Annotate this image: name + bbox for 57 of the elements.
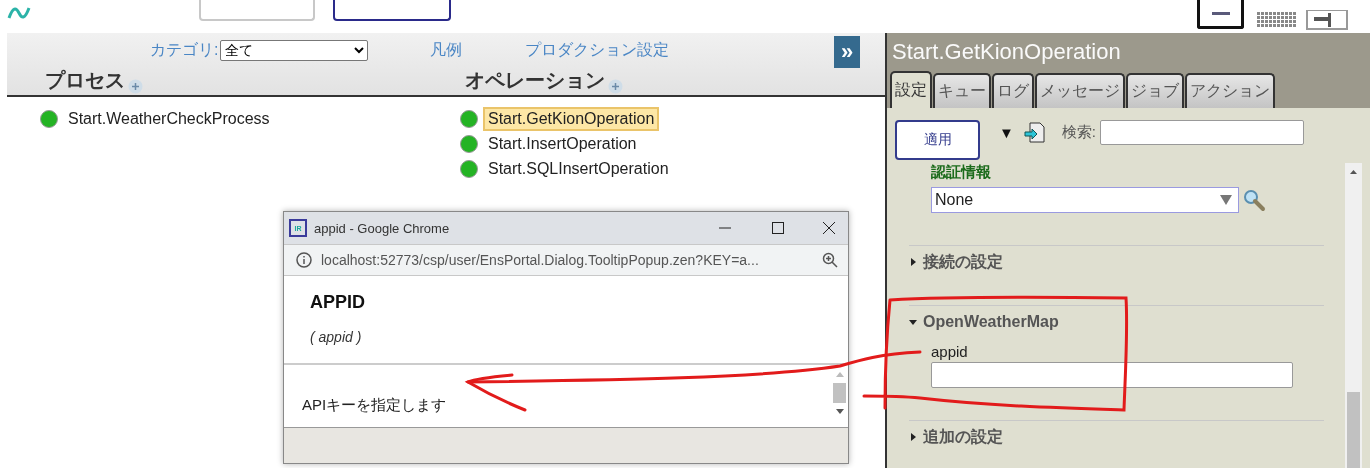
dropdown[interactable]: None xyxy=(931,187,1239,213)
input-field[interactable] xyxy=(931,362,1293,388)
close-icon[interactable] xyxy=(822,221,836,235)
popup-heading: APPID xyxy=(310,292,366,313)
document-arrow-icon[interactable] xyxy=(1023,122,1045,143)
expand-triangle-icon[interactable] xyxy=(909,433,917,441)
toolbar-button[interactable] xyxy=(333,0,451,21)
panel-title: Start.GetKionOperation xyxy=(887,33,1370,70)
tab[interactable]: キュー xyxy=(933,73,991,108)
status-dot xyxy=(40,109,58,128)
search-label: 検索: xyxy=(1061,123,1097,142)
column-header: プロセス xyxy=(45,68,125,93)
expand-triangle-icon[interactable] xyxy=(909,258,917,266)
maximize-icon[interactable] xyxy=(771,221,785,235)
logo-icon xyxy=(7,5,31,21)
section-header[interactable]: OpenWeatherMap xyxy=(923,313,1059,331)
description-text: APIキーを指定します xyxy=(302,396,447,413)
grid-view-icon[interactable] xyxy=(1257,12,1297,27)
category-label: カテゴリ: xyxy=(150,39,219,60)
add-icon[interactable] xyxy=(608,79,623,94)
tab[interactable]: ジョブ xyxy=(1126,73,1184,108)
add-icon[interactable] xyxy=(128,79,143,94)
tab[interactable]: アクション xyxy=(1185,73,1275,108)
status-dot xyxy=(460,159,478,178)
tab[interactable]: 設定 xyxy=(890,71,932,108)
tab[interactable]: ログ xyxy=(992,73,1034,108)
info-icon[interactable] xyxy=(296,252,312,268)
window-title: appid - Google Chrome xyxy=(314,220,450,236)
status-dot xyxy=(460,109,478,128)
apply-button[interactable]: 適用 xyxy=(895,119,980,160)
list-item[interactable]: Start.SQLInsertOperation xyxy=(483,156,674,181)
column-header: オペレーション xyxy=(465,68,605,93)
expand-button[interactable]: » xyxy=(834,36,860,68)
field-label: 認証情報 xyxy=(931,163,992,182)
dropdown-arrow-icon[interactable] xyxy=(1220,195,1232,205)
view-button[interactable] xyxy=(1197,0,1244,29)
popup-subheading: ( appid ) xyxy=(310,329,363,345)
list-item[interactable]: Start.InsertOperation xyxy=(483,131,642,156)
header-link[interactable]: プロダクション設定 xyxy=(525,39,670,61)
scroll-thumb[interactable] xyxy=(833,383,846,403)
list-item[interactable]: Start.GetKionOperation xyxy=(483,106,660,131)
section-header[interactable]: 追加の設定 xyxy=(923,426,1003,448)
field-label: appid xyxy=(931,343,969,360)
category-dropdown[interactable]: 全て xyxy=(220,39,369,61)
collapse-triangle-icon[interactable] xyxy=(909,318,917,326)
tab[interactable]: メッセージ xyxy=(1035,73,1125,108)
scroll-down-arrow-icon[interactable] xyxy=(834,409,845,415)
search-icon[interactable] xyxy=(1242,188,1266,212)
scroll-thumb[interactable] xyxy=(1347,392,1360,468)
header-link[interactable]: 凡例 xyxy=(430,39,463,61)
section-header[interactable]: 接続の設定 xyxy=(923,251,1003,273)
list-item[interactable]: Start.WeatherCheckProcess xyxy=(63,106,275,131)
split-view-icon[interactable] xyxy=(1306,10,1348,30)
search-field[interactable] xyxy=(1100,120,1305,145)
menu-arrow[interactable]: ▼ xyxy=(999,124,1014,141)
zoom-icon[interactable] xyxy=(822,252,838,268)
status-dot xyxy=(460,134,478,153)
